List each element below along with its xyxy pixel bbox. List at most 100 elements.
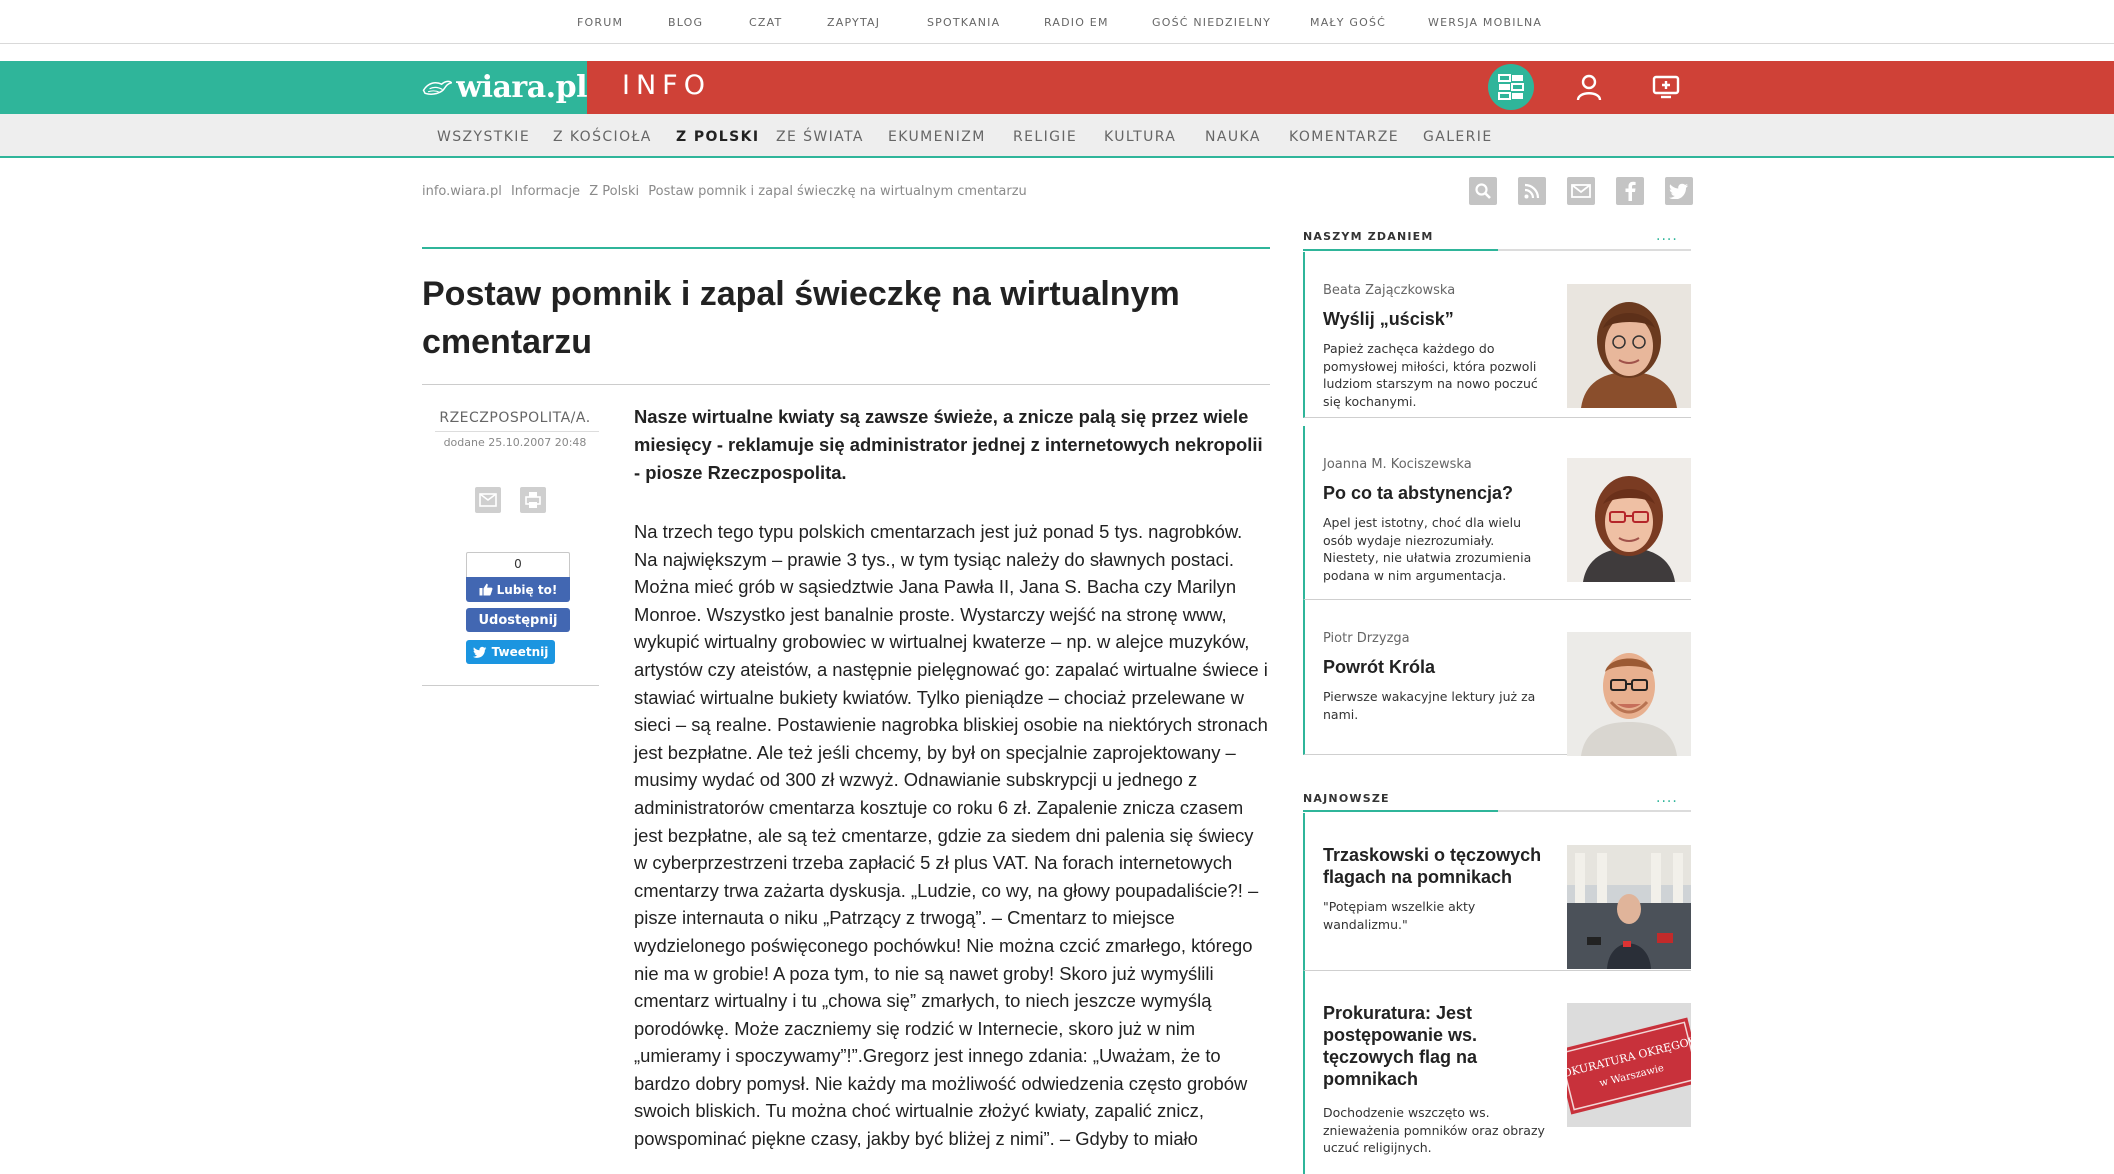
card-description: Apel jest istotny, choć dla wielu osób w… — [1323, 515, 1532, 583]
newest-heading: NAJNOWSZE — [1303, 792, 1390, 805]
facebook-like-widget[interactable]: 0 Lubię to! — [466, 552, 570, 602]
newest-more-link[interactable]: .... — [1656, 790, 1678, 806]
email-button[interactable] — [1567, 177, 1595, 205]
author-portrait-image — [1567, 632, 1691, 756]
top-link-czat[interactable]: CZAT — [749, 16, 782, 29]
site-logo[interactable]: wiara.pl — [422, 61, 587, 114]
nav-komentarze[interactable]: KOMENTARZE — [1289, 129, 1399, 145]
top-link-forum[interactable]: FORUM — [577, 16, 623, 29]
twitter-icon — [1669, 183, 1688, 199]
add-content-button[interactable] — [1643, 64, 1689, 110]
article-title: Postaw pomnik i zapal świeczkę na wirtua… — [422, 275, 1180, 361]
search-icon — [1475, 183, 1491, 199]
like-button[interactable]: Lubię to! — [466, 577, 570, 602]
print-icon — [525, 492, 541, 508]
email-article-button[interactable] — [475, 487, 501, 513]
facebook-button[interactable] — [1616, 177, 1644, 205]
news-photo[interactable] — [1567, 845, 1691, 969]
card-title[interactable]: Trzaskowski o tęczowych flagach na pomni… — [1323, 844, 1543, 888]
mail-icon — [479, 493, 497, 507]
opinion-heading-rule — [1303, 249, 1691, 251]
opinion-heading: NASZYM ZDANIEM — [1303, 230, 1434, 243]
print-article-button[interactable] — [520, 487, 546, 513]
card-title[interactable]: Po co ta abstynencja? — [1323, 482, 1543, 504]
top-link-wersja-mobilna[interactable]: WERSJA MOBILNA — [1428, 16, 1542, 29]
top-link-radio-em[interactable]: RADIO EM — [1044, 16, 1109, 29]
breadcrumb-item[interactable]: info.wiara.pl — [422, 184, 502, 199]
news-card[interactable]: Trzaskowski o tęczowych flagach na pomni… — [1303, 813, 1691, 971]
article-source: RZECZPOSPOLITA/A. — [439, 410, 591, 426]
card-description: "Potępiam wszelkie akty wandalizmu." — [1323, 899, 1476, 932]
article-top-rule — [422, 247, 1270, 249]
top-link-blog[interactable]: BLOG — [668, 16, 703, 29]
top-link-maly-gosc[interactable]: MAŁY GOŚĆ — [1310, 16, 1386, 29]
news-photo-image — [1567, 845, 1691, 969]
breadcrumb-current: Postaw pomnik i zapal świeczkę na wirtua… — [648, 184, 1027, 199]
nav-nauka[interactable]: NAUKA — [1205, 129, 1261, 145]
newest-heading-rule — [1303, 810, 1691, 812]
nav-ze-swiata[interactable]: ZE ŚWIATA — [776, 129, 864, 145]
card-title[interactable]: Wyślij „uścisk” — [1323, 308, 1543, 330]
news-card[interactable]: Prokuratura: Jest postępowanie ws. tęczo… — [1303, 971, 1691, 1174]
mail-icon — [1571, 184, 1591, 198]
share-button[interactable]: Udostępnij — [466, 608, 570, 632]
article-body: Na trzech tego typu polskich cmentarzach… — [634, 521, 1268, 1150]
card-author: Beata Zajączkowska — [1323, 283, 1456, 298]
breadcrumb: info.wiara.pl Informacje Z Polski Postaw… — [422, 184, 1032, 199]
card-author: Joanna M. Kociszewska — [1323, 457, 1472, 472]
rss-button[interactable] — [1518, 177, 1546, 205]
article-title-rule — [422, 384, 1270, 385]
facebook-icon — [1625, 181, 1636, 201]
author-photo[interactable] — [1567, 458, 1691, 582]
card-description: Dochodzenie wszczęto ws. znieważenia pom… — [1323, 1105, 1545, 1155]
twitter-icon — [472, 646, 486, 658]
twitter-button[interactable] — [1665, 177, 1693, 205]
card-description: Pierwsze wakacyjne lektury już za nami. — [1323, 689, 1536, 722]
author-portrait-image — [1567, 284, 1691, 408]
tweet-button[interactable]: Tweetnij — [466, 640, 555, 664]
meta-bottom-rule — [422, 685, 599, 686]
section-title: INFO — [622, 70, 711, 101]
nav-religie[interactable]: RELIGIE — [1013, 129, 1077, 145]
logo-text: wiara.pl — [456, 70, 587, 105]
opinion-card[interactable]: Piotr Drzyzga Powrót Króla Pierwsze waka… — [1303, 600, 1691, 756]
nav-z-kosciola[interactable]: Z KOŚCIOŁA — [553, 129, 652, 145]
nav-z-polski[interactable]: Z POLSKI — [676, 129, 759, 145]
article-date: dodane 25.10.2007 20:48 — [443, 436, 587, 449]
article-tools — [1469, 177, 1693, 205]
nav-ekumenizm[interactable]: EKUMENIZM — [888, 129, 986, 145]
user-icon — [1576, 74, 1602, 101]
nav-galerie[interactable]: GALERIE — [1423, 129, 1493, 145]
card-author: Piotr Drzyzga — [1323, 631, 1410, 646]
news-photo[interactable]: PROKURATURA OKRĘGOWA w Warszawie — [1567, 1003, 1691, 1127]
nav-wszystkie[interactable]: WSZYSTKIE — [437, 129, 530, 145]
news-photo-image: PROKURATURA OKRĘGOWA w Warszawie — [1567, 1003, 1691, 1127]
card-title[interactable]: Prokuratura: Jest postępowanie ws. tęczo… — [1323, 1002, 1543, 1090]
user-button[interactable] — [1566, 64, 1612, 110]
opinion-card[interactable]: Joanna M. Kociszewska Po co ta abstynenc… — [1303, 426, 1691, 600]
top-link-spotkania[interactable]: SPOTKANIA — [927, 16, 1000, 29]
rss-icon — [1524, 183, 1540, 199]
search-button[interactable] — [1469, 177, 1497, 205]
top-link-gosc-niedzielny[interactable]: GOŚĆ NIEDZIELNY — [1152, 16, 1271, 29]
opinion-more-link[interactable]: .... — [1656, 228, 1678, 244]
apps-button[interactable] — [1488, 64, 1534, 110]
top-link-zapytaj[interactable]: ZAPYTAJ — [827, 16, 880, 29]
add-content-icon — [1652, 75, 1680, 99]
like-label: Lubię to! — [496, 582, 558, 597]
opinion-card[interactable]: Beata Zajączkowska Wyślij „uścisk” Papie… — [1303, 252, 1691, 418]
card-title[interactable]: Powrót Króla — [1323, 656, 1543, 678]
breadcrumb-item[interactable]: Informacje — [511, 184, 580, 199]
author-photo[interactable] — [1567, 284, 1691, 408]
nav-kultura[interactable]: KULTURA — [1104, 129, 1176, 145]
card-description: Papież zachęca każdego do pomysłowej mił… — [1323, 341, 1538, 409]
author-portrait-image — [1567, 458, 1691, 582]
thumbs-up-icon — [479, 583, 493, 596]
breadcrumb-item[interactable]: Z Polski — [589, 184, 639, 199]
author-photo[interactable] — [1567, 632, 1691, 756]
like-count: 0 — [466, 552, 570, 577]
top-links-bar: FORUM BLOG CZAT ZAPYTAJ SPOTKANIA RADIO … — [0, 0, 2114, 44]
tweet-label: Tweetnij — [491, 645, 549, 659]
section-bar — [587, 61, 2114, 114]
apps-icon — [1498, 74, 1524, 100]
